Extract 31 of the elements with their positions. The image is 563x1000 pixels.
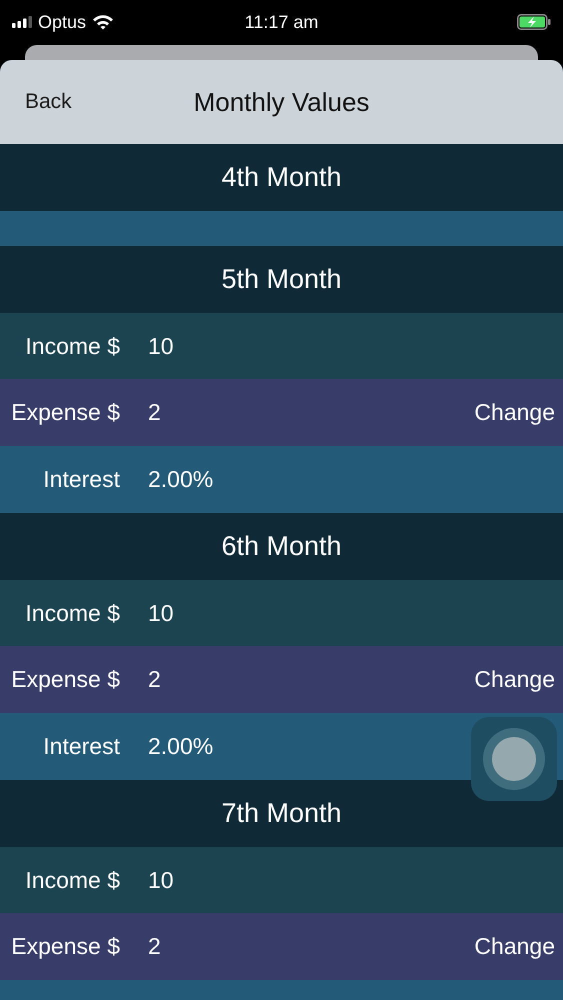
carrier-name: Optus (38, 10, 86, 34)
signal-icon (12, 16, 32, 28)
row-value: 10 (148, 332, 174, 361)
assistive-touch-button[interactable] (471, 717, 557, 801)
row-value: 2 (148, 665, 161, 694)
row-label: Expense $ (10, 932, 120, 962)
row-label: Income $ (24, 866, 120, 895)
row-label: Interest (42, 465, 120, 494)
screen-title: Monthly Values (194, 86, 370, 118)
change-button[interactable]: Change (474, 395, 555, 430)
status-time: 11:17 am (244, 10, 318, 34)
row-label: Expense $ (10, 665, 120, 694)
month-header: 7th Month (221, 796, 342, 830)
row-value: 2.00% (148, 732, 214, 762)
row-label: Interest (42, 732, 120, 762)
month-header: 4th Month (221, 161, 342, 194)
row-value: 2 (148, 398, 161, 428)
change-button[interactable]: Change (474, 662, 555, 697)
row-value: 10 (148, 866, 174, 895)
row-value: 2.00% (148, 465, 214, 494)
row-label: Expense $ (10, 398, 120, 428)
row-value: 10 (148, 598, 174, 628)
row-label: Income $ (24, 598, 120, 628)
month-header: 5th Month (221, 262, 342, 296)
change-button[interactable]: Change (474, 929, 555, 964)
wifi-icon (92, 14, 114, 30)
battery-charging-icon (517, 14, 551, 30)
back-button[interactable]: Back (25, 86, 72, 118)
row-label: Income $ (24, 332, 120, 361)
row-value: 2 (148, 932, 161, 962)
month-header: 6th Month (221, 530, 342, 563)
